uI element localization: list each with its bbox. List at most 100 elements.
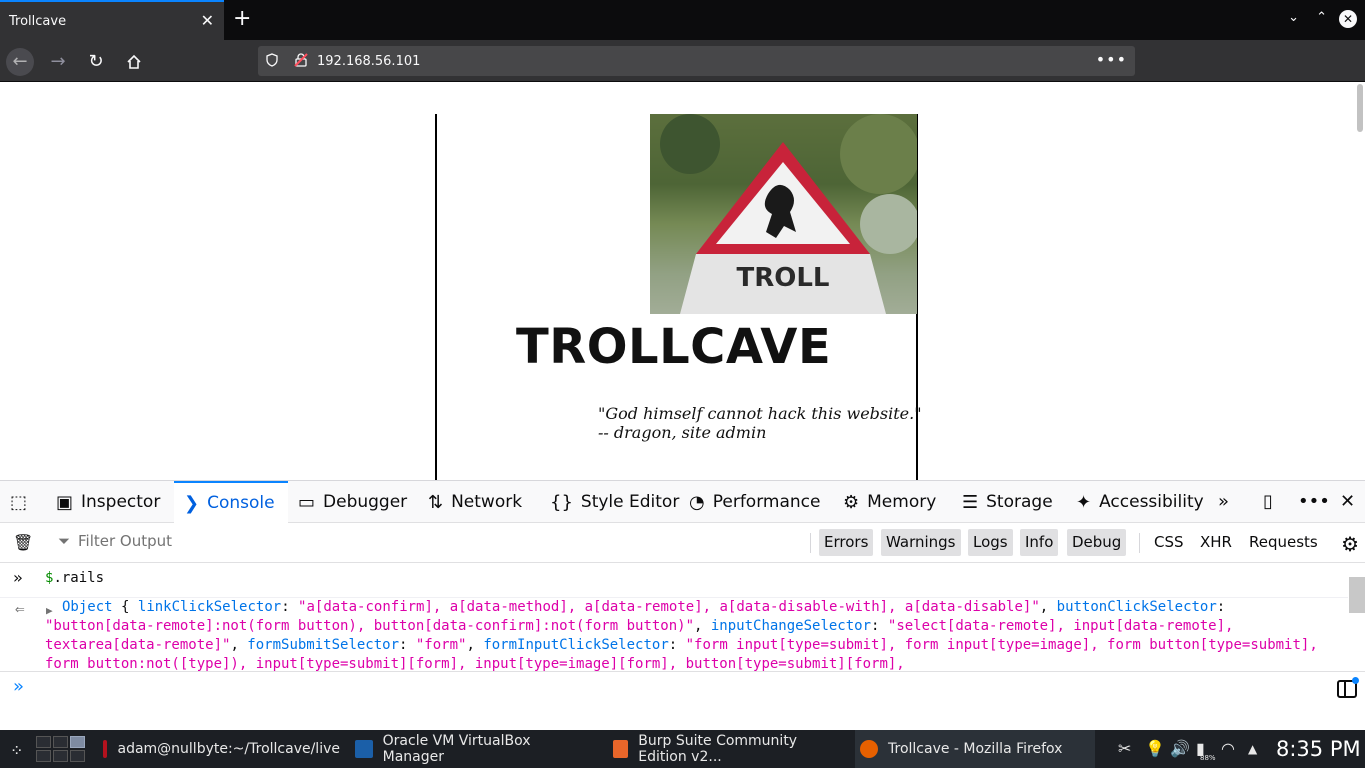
more-tabs-chevron-icon[interactable]: » (1218, 491, 1229, 512)
burp-icon (613, 740, 629, 758)
tab-label: Memory (867, 492, 937, 512)
tab-label: Style Editor (580, 492, 680, 512)
firefox-icon (860, 740, 878, 758)
volume-icon[interactable]: 🔊 (1170, 739, 1190, 758)
filter-info-button[interactable]: Info (1020, 529, 1059, 556)
desktop-5[interactable] (53, 750, 68, 762)
wifi-icon[interactable]: ◠ (1221, 739, 1235, 758)
filter-output-input[interactable]: ⏷ Filter Output (58, 532, 458, 554)
url-bar[interactable]: 192.168.56.101 ••• (258, 46, 1135, 76)
style-editor-icon: {} (550, 491, 573, 513)
devtools-tab-bar: ⬚ ▣ Inspector ❯ Console ▭ Debugger ⇅ Network… (0, 481, 1365, 523)
task-burp[interactable]: Burp Suite Community Edition v2... (610, 730, 848, 768)
tray-expand-icon[interactable]: ▲ (1248, 742, 1257, 756)
url-text: 192.168.56.101 (317, 54, 421, 69)
more-options-icon[interactable]: ••• (1298, 491, 1330, 512)
console-settings-gear-icon[interactable]: ⚙ (1341, 532, 1359, 556)
task-firefox[interactable]: Trollcave - Mozilla Firefox (855, 730, 1095, 768)
browser-tab[interactable]: Trollcave ✕ (0, 0, 224, 40)
console-result[interactable]: Object { linkClickSelector: "a[data-conf… (45, 598, 1335, 671)
debugger-icon: ▭ (298, 491, 316, 513)
filter-xhr-button[interactable]: XHR (1195, 529, 1237, 556)
devtools-panel: ⬚ ▣ Inspector ❯ Console ▭ Debugger ⇅ Network… (0, 480, 1365, 731)
element-picker-button[interactable]: ⬚ (10, 481, 35, 523)
console-input[interactable]: » (0, 671, 1365, 731)
clock[interactable]: 8:35 PM (1276, 737, 1361, 761)
console-output: » $.rails ⇐ ▶ Object { linkClickSelector… (0, 563, 1348, 671)
os-taskbar: ⁘ adam@nullbyte:~/Trollcave/live Oracle … (0, 730, 1365, 768)
console-icon: ❯ (184, 492, 200, 514)
app-launcher-icon[interactable]: ⁘ (10, 741, 23, 760)
tab-label: Console (207, 493, 275, 513)
responsive-design-icon[interactable]: ▯ (1263, 491, 1273, 512)
tab-accessibility[interactable]: ✦ Accessibility (1076, 481, 1204, 523)
back-button[interactable]: ← (6, 48, 34, 76)
navigation-toolbar: ← → ↻ 192.168.56.101 ••• uD ☰ (0, 40, 1365, 112)
input-prompt-icon: » (13, 676, 25, 697)
tab-performance[interactable]: ◔ Performance (689, 481, 820, 523)
sign-text: TROLL (737, 263, 830, 293)
home-icon (127, 54, 141, 69)
virtualbox-icon (355, 740, 373, 758)
home-button[interactable] (120, 48, 148, 76)
quote-attribution: -- dragon, site admin (598, 423, 767, 442)
forward-button[interactable]: → (44, 48, 72, 76)
desktop-6[interactable] (70, 750, 85, 762)
new-tab-button[interactable]: + (233, 6, 251, 31)
site-quote: "God himself cannot hack this website." … (598, 404, 922, 442)
terminal-icon (103, 740, 108, 758)
insecure-lock-icon[interactable] (294, 53, 308, 67)
web-page: TROLL TROLLCAVE "God himself cannot hack… (0, 82, 1365, 480)
filter-css-button[interactable]: CSS (1149, 529, 1189, 556)
scissors-icon[interactable]: ✂ (1118, 739, 1131, 758)
tracking-shield-icon[interactable] (266, 53, 278, 67)
troll-sign-graphic: TROLL (650, 114, 917, 314)
tab-memory[interactable]: ⚙ Memory (843, 481, 936, 523)
console-command: $.rails (45, 570, 105, 586)
tab-debugger[interactable]: ▭ Debugger (298, 481, 407, 523)
filter-errors-button[interactable]: Errors (819, 529, 874, 556)
page-scrollbar[interactable] (1357, 84, 1363, 132)
bulb-icon[interactable]: 💡 (1145, 739, 1165, 758)
tab-storage[interactable]: ☰ Storage (962, 481, 1053, 523)
window-close-icon[interactable]: ✕ (1339, 10, 1357, 28)
close-devtools-icon[interactable]: ✕ (1340, 491, 1355, 512)
filter-requests-button[interactable]: Requests (1244, 529, 1323, 556)
virtual-desktop-pager[interactable] (36, 735, 88, 763)
tab-network[interactable]: ⇅ Network (428, 481, 522, 523)
tab-label: Inspector (81, 492, 161, 512)
filter-icon: ⏷ (58, 532, 71, 550)
battery-percent: 88% (1200, 754, 1216, 762)
inspector-icon: ▣ (56, 491, 74, 513)
maximize-icon[interactable]: ⌃ (1316, 10, 1327, 25)
console-result-row: ⇐ ▶ Object { linkClickSelector: "a[data-… (0, 597, 1348, 671)
desktop-2[interactable] (53, 736, 68, 748)
troll-sign-image: TROLL (650, 114, 917, 314)
desktop-4[interactable] (36, 750, 51, 762)
console-toolbar: 🗑 ⏷ Filter Output Errors Warnings Logs In… (0, 523, 1365, 563)
chevron-down-icon[interactable]: ⌄ (1288, 10, 1299, 25)
desktop-3[interactable] (70, 736, 85, 748)
desktop-1[interactable] (36, 736, 51, 748)
storage-icon: ☰ (962, 491, 979, 513)
command-prompt-icon: » (13, 568, 23, 587)
filter-placeholder: Filter Output (78, 532, 173, 550)
memory-icon: ⚙ (843, 491, 860, 513)
task-terminal[interactable]: adam@nullbyte:~/Trollcave/live (100, 730, 340, 768)
trash-icon[interactable]: 🗑 (13, 533, 33, 553)
tab-inspector[interactable]: ▣ Inspector (56, 481, 160, 523)
tab-style-editor[interactable]: {} Style Editor (550, 481, 679, 523)
tab-console[interactable]: ❯ Console (174, 481, 288, 523)
filter-logs-button[interactable]: Logs (968, 529, 1013, 556)
filter-debug-button[interactable]: Debug (1067, 529, 1127, 556)
page-actions-button[interactable]: ••• (1096, 50, 1127, 69)
tab-label: Accessibility (1099, 492, 1204, 512)
console-scrollbar[interactable] (1349, 577, 1365, 613)
reload-button[interactable]: ↻ (82, 48, 110, 76)
console-command-row: » $.rails (0, 568, 1348, 590)
tab-title: Trollcave (9, 14, 67, 29)
filter-warnings-button[interactable]: Warnings (881, 529, 961, 556)
task-virtualbox[interactable]: Oracle VM VirtualBox Manager (352, 730, 592, 768)
tab-label: Storage (986, 492, 1053, 512)
tab-close-icon[interactable]: ✕ (201, 11, 214, 30)
